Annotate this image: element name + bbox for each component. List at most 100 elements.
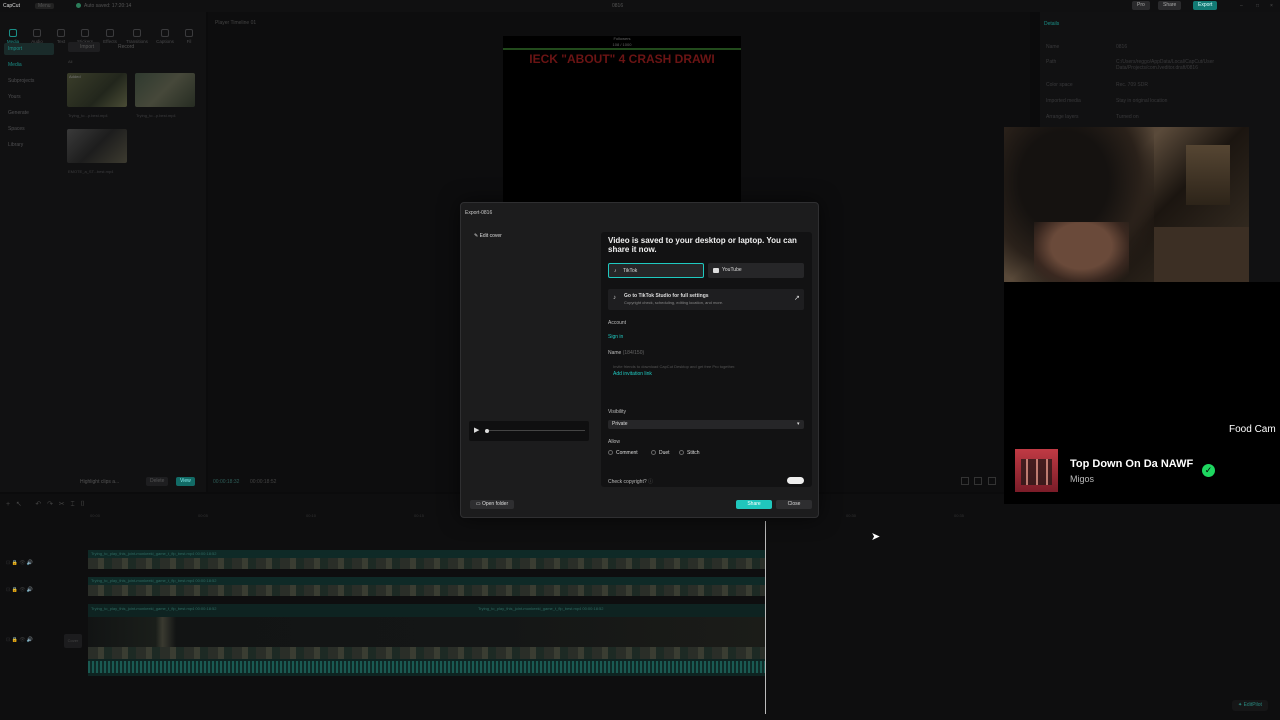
view-button[interactable]: View	[176, 477, 195, 486]
ratio-icon[interactable]	[961, 477, 969, 485]
share-button[interactable]: Share	[736, 500, 772, 509]
main-track[interactable]: Trying_to_play_this_joint-monkeeki_game_…	[88, 604, 765, 676]
comment-checkbox[interactable]: Comment	[608, 450, 638, 456]
tab-filters[interactable]: Fil	[178, 27, 200, 49]
close-window-icon[interactable]: ×	[1270, 3, 1273, 9]
album-art-figures	[1021, 459, 1052, 485]
play-icon[interactable]: ▶	[474, 426, 479, 434]
youtube-icon	[713, 268, 719, 273]
stitch-checkbox[interactable]: Stitch	[679, 450, 700, 456]
track-controls[interactable]: ⊡ 🔒 👁 🔊	[6, 587, 33, 593]
import-button[interactable]: Import	[68, 42, 100, 52]
sidebar-item-import[interactable]: Import	[4, 43, 54, 55]
duet-checkbox[interactable]: Duet	[651, 450, 670, 456]
tab-youtube[interactable]: YouTube	[708, 263, 804, 278]
follower-progress	[503, 48, 741, 50]
name-placeholder: Invite friends to download CapCut Deskto…	[613, 364, 736, 369]
visibility-label: Visibility	[608, 409, 626, 415]
tiktok-icon: ♪	[614, 268, 617, 274]
tiktok-icon: ♪	[613, 295, 616, 301]
follower-count: 108 / 1000	[612, 42, 632, 47]
timeline-clip[interactable]: Trying_to_play_this_joint-monkeeki_game_…	[88, 550, 765, 569]
add-invitation-link[interactable]: Add invitation link	[613, 371, 652, 377]
fullscreen-icon[interactable]	[988, 477, 996, 485]
maximize-icon[interactable]: □	[1256, 3, 1259, 9]
filter-all[interactable]: All	[68, 59, 72, 64]
studio-subtitle: Copyright check, scheduling, editing loc…	[624, 300, 724, 305]
info-icon: ⓘ	[648, 479, 654, 485]
chevron-down-icon: ▾	[797, 421, 800, 427]
allow-label: Allow	[608, 439, 620, 445]
highlight-label: Highlight clips a...	[80, 479, 120, 485]
detail-key: Arrange layers	[1046, 114, 1079, 120]
clip-label: Trying_to_play_this_joint-monkeeki_game_…	[91, 551, 217, 556]
sign-in-link[interactable]: Sign in	[608, 334, 623, 340]
clip-filmstrip	[88, 558, 765, 569]
menu-button[interactable]: Menu	[35, 3, 54, 9]
player-title: Player Timeline 01	[215, 20, 257, 26]
sidebar-item-library[interactable]: Library	[4, 139, 54, 151]
media-thumb[interactable]: Added	[67, 73, 127, 107]
detail-key: Path	[1046, 59, 1057, 65]
details-header: Details	[1044, 21, 1060, 27]
sidebar-item-spaces[interactable]: Spaces	[4, 123, 54, 135]
external-link-icon: ↗	[794, 295, 800, 302]
cover-button[interactable]: Cover	[64, 634, 82, 648]
share-button-top[interactable]: Share	[1158, 1, 1182, 10]
project-title: 0816	[612, 3, 624, 9]
webcam-face	[1034, 222, 1129, 282]
sidebar-item-yours[interactable]: Yours	[4, 91, 54, 103]
detail-value: C:/Users/reggo/AppData/Local/CapCut/User…	[1116, 59, 1215, 71]
editpilot-button[interactable]: ✦ EditPilot	[1232, 700, 1268, 711]
detail-key: Color space	[1046, 82, 1073, 88]
track-controls[interactable]: ⊡ 🔒 👁 🔊	[6, 637, 33, 643]
app-logo: CapCut	[3, 3, 20, 9]
media-thumb[interactable]	[135, 73, 195, 107]
visibility-select[interactable]: Private ▾	[608, 420, 804, 429]
audio-waveform	[88, 661, 765, 673]
sidebar-item-media[interactable]: Media	[4, 59, 54, 71]
delete-button[interactable]: Delete	[146, 477, 169, 486]
pro-button[interactable]: Pro	[1132, 1, 1150, 10]
open-folder-button[interactable]: ▭ Open folder	[470, 500, 514, 509]
food-cam-label: Food Cam	[1229, 424, 1276, 435]
song-artist: Migos	[1070, 474, 1095, 484]
track-controls[interactable]: ⊡ 🔒 👁 🔊	[6, 560, 33, 566]
webcam-background	[1154, 227, 1249, 282]
autosave-status: Auto saved: 17:20:14	[84, 3, 132, 9]
account-label: Account	[608, 320, 627, 326]
close-button[interactable]: Close	[776, 500, 812, 509]
export-button[interactable]: Export	[1193, 1, 1218, 10]
copyright-toggle[interactable]	[787, 477, 804, 484]
tab-captions[interactable]: Captions	[154, 27, 176, 49]
timeline-clip[interactable]: Trying_to_play_this_joint-monkeeki_game_…	[88, 577, 765, 596]
video-canvas[interactable]: Followers 108 / 1000 IECK "ABOUT" 4 CRAS…	[503, 36, 741, 211]
timeline-panel: + ↖ ↶ ↷ ✂ ⌶ ⌷ 00:00 00:05 00:10 00:15 00…	[0, 494, 1280, 720]
dialog-title: Export-0816	[465, 210, 493, 216]
media-panel: Media Audio Text Stickers Effects Transi…	[0, 12, 206, 492]
scrubber-track[interactable]	[489, 430, 585, 431]
media-thumb[interactable]	[67, 129, 127, 163]
editpilot-label: EditPilot	[1243, 702, 1262, 708]
edit-cover-button[interactable]: ✎ Edit cover	[474, 233, 502, 239]
detail-value: Stay in original location	[1116, 98, 1168, 104]
sidebar-item-subprojects[interactable]: Subprojects	[4, 75, 54, 87]
duration-timecode: 00:00:18:52	[250, 479, 277, 485]
tiktok-studio-link[interactable]: ♪ Go to TikTok Studio for full settings …	[608, 289, 804, 310]
media-caption: Trying_to...p.best.mp4	[136, 113, 176, 118]
record-button[interactable]: Record	[110, 42, 142, 52]
minimize-icon[interactable]: –	[1240, 3, 1243, 9]
detail-value: Turned on	[1116, 114, 1139, 120]
quality-icon[interactable]	[974, 477, 982, 485]
timeline-toolbar: + ↖ ↶ ↷ ✂ ⌶ ⌷	[6, 501, 85, 508]
sidebar-item-generate[interactable]: Generate	[4, 107, 54, 119]
media-caption: Trying_to...p.best.mp4	[68, 113, 108, 118]
playhead[interactable]	[765, 521, 766, 714]
tab-tiktok[interactable]: ♪ TikTok	[608, 263, 704, 278]
preview-pane: ✎ Edit cover ▶	[461, 223, 597, 493]
clip-label: Trying_to_play_this_joint-monkeeki_game_…	[91, 606, 217, 611]
name-textarea[interactable]: Invite friends to download CapCut Deskto…	[608, 360, 804, 406]
detail-key: Imported media	[1046, 98, 1081, 104]
allow-options: Comment Duet Stitch	[608, 450, 788, 458]
studio-title: Go to TikTok Studio for full settings	[624, 293, 709, 299]
